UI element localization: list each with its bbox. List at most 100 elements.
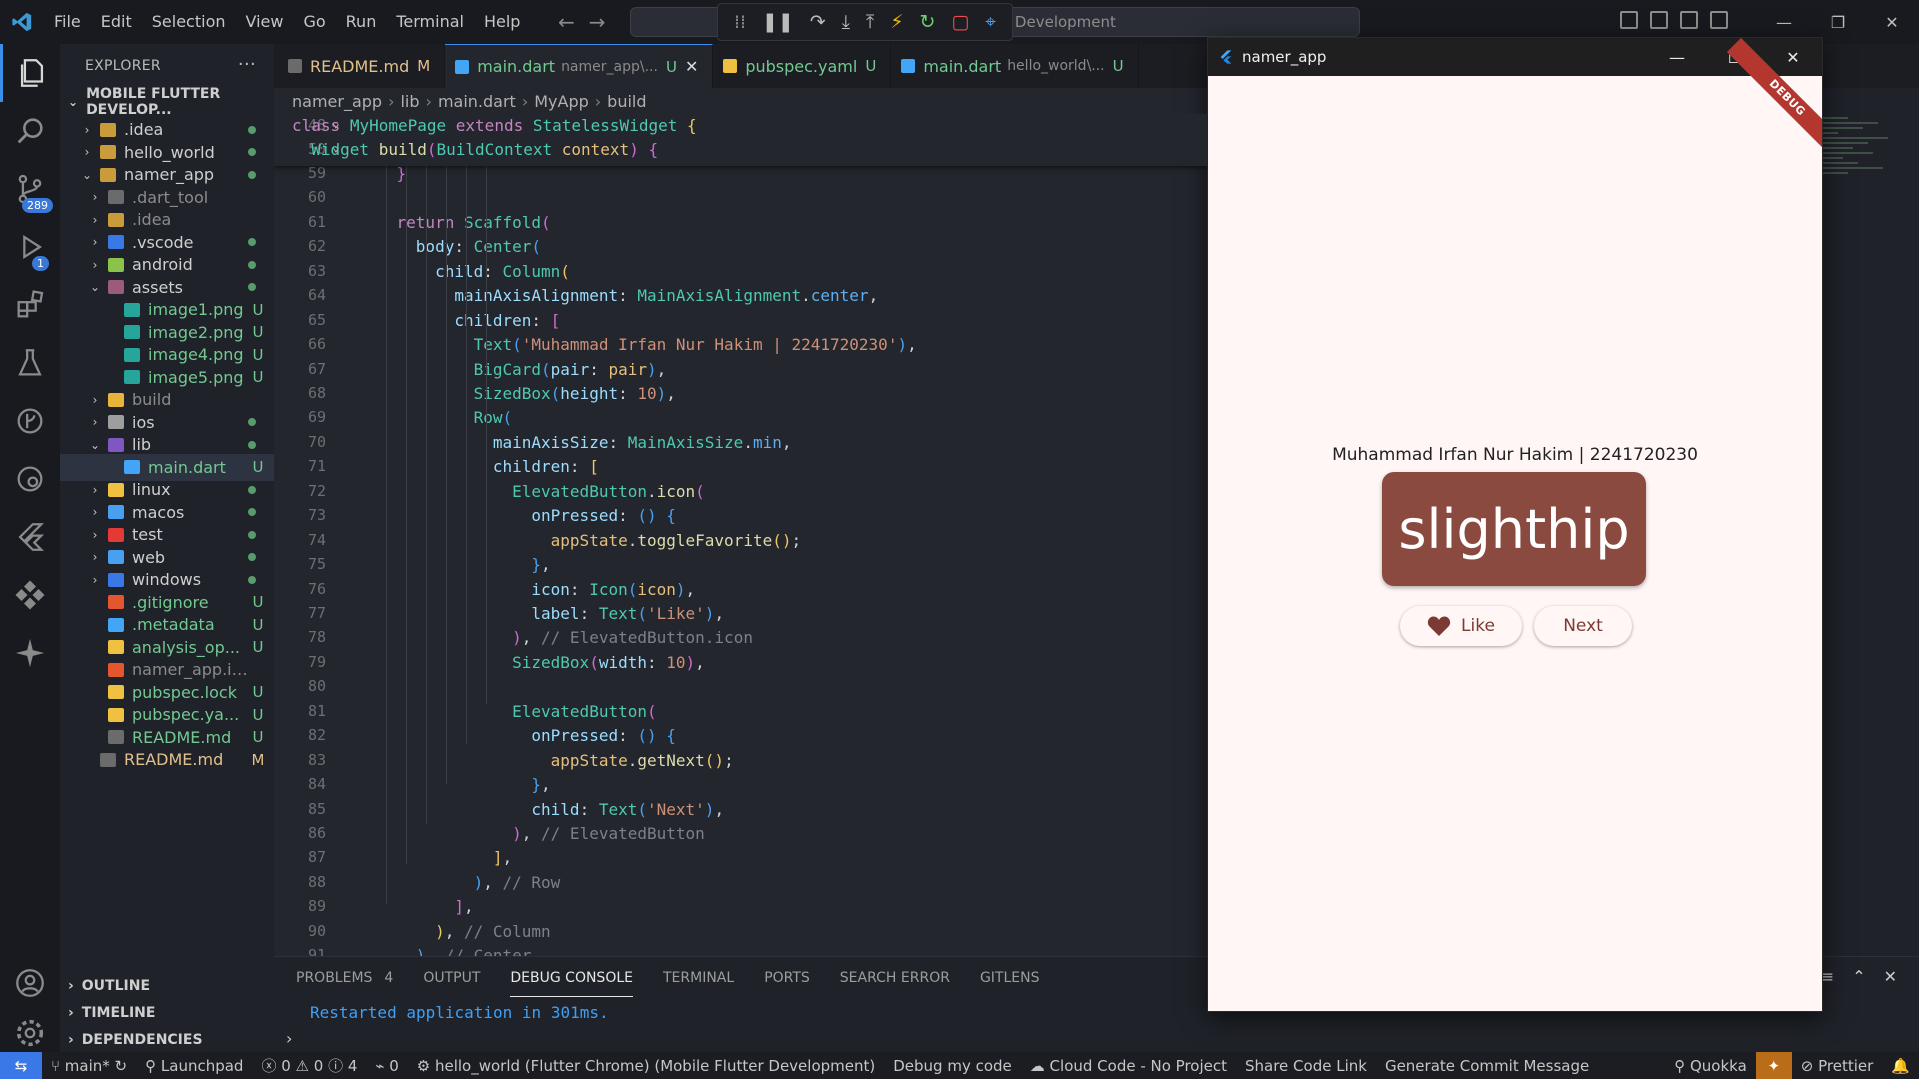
chevron-down-icon: ⌄ <box>89 437 101 452</box>
source-control-icon[interactable]: 289 <box>0 160 60 218</box>
chevron-right-icon: › <box>92 212 98 227</box>
hot-reload-icon[interactable]: ⚡ <box>890 11 903 33</box>
step-over-icon[interactable]: ↷ <box>810 11 826 33</box>
generate-commit-status[interactable]: Generate Commit Message <box>1376 1057 1598 1075</box>
prettier-status[interactable]: ⊘ Prettier <box>1792 1057 1883 1075</box>
git-status-badge: M <box>251 750 265 769</box>
run-debug-icon[interactable]: 1 <box>0 218 60 276</box>
line-number: 65 <box>307 310 326 329</box>
editor-tab[interactable]: pubspec.yaml U <box>713 44 892 88</box>
panel-tab-gitlens[interactable]: GITLENS <box>980 960 1040 996</box>
workspace-root-label: MOBILE FLUTTER DEVELOP... <box>86 86 221 118</box>
menu-selection[interactable]: Selection <box>142 0 236 44</box>
breadcrumb-item[interactable]: main.dart <box>438 92 516 111</box>
close-tab-icon[interactable]: ✕ <box>685 57 698 76</box>
cloud-code-status[interactable]: ☁ Cloud Code - No Project <box>1021 1057 1236 1075</box>
close-panel-icon[interactable]: ✕ <box>1884 967 1897 986</box>
panel-tab-output[interactable]: OUTPUT <box>423 960 480 996</box>
launchpad-status[interactable]: ⚲ Launchpad <box>136 1057 252 1075</box>
workspace-root[interactable]: ⌄ MOBILE FLUTTER DEVELOP... <box>60 86 274 118</box>
next-button[interactable]: Next <box>1534 606 1632 646</box>
toggle-sidebar-icon[interactable] <box>1620 11 1638 29</box>
notifications-bell-icon[interactable]: 🔔 <box>1882 1057 1919 1075</box>
toggle-secondary-sidebar-icon[interactable] <box>1680 11 1698 29</box>
section-dependencies[interactable]: › DEPENDENCIES <box>60 1026 274 1053</box>
menu-help[interactable]: Help <box>474 0 530 44</box>
back-arrow-icon[interactable]: ← <box>558 10 575 34</box>
debug-my-code-status[interactable]: Debug my code <box>884 1057 1021 1075</box>
editor-tab[interactable]: README.md M <box>274 44 446 88</box>
editor-tab[interactable]: main.dart namer_app\... U ✕ <box>445 44 714 88</box>
code-editor[interactable]: 48 ⌄ class MyHomePage extends StatelessWid… <box>274 114 1208 956</box>
copilot-sparkle-icon[interactable] <box>0 624 60 682</box>
menu-run[interactable]: Run <box>336 0 387 44</box>
sync-icon[interactable]: ↻ <box>115 1057 128 1075</box>
menu-view[interactable]: View <box>236 0 294 44</box>
share-code-link-status[interactable]: Share Code Link <box>1236 1057 1376 1075</box>
menu-go[interactable]: Go <box>293 0 335 44</box>
section-outline[interactable]: › OUTLINE <box>60 972 274 999</box>
menu-file[interactable]: File <box>44 0 91 44</box>
stop-icon[interactable]: ▢ <box>951 11 969 33</box>
git-status-badge: U <box>252 593 264 612</box>
remote-indicator-icon[interactable]: ⇆ <box>0 1052 42 1079</box>
ports-status[interactable]: ⌁ 0 <box>366 1057 407 1075</box>
remote-explorer-icon[interactable] <box>0 450 60 508</box>
search-icon[interactable] <box>0 102 60 160</box>
explorer-icon[interactable] <box>0 44 60 102</box>
tree-item[interactable]: README.md M <box>60 746 274 774</box>
extensions-icon[interactable] <box>0 276 60 334</box>
menu-terminal[interactable]: Terminal <box>386 0 474 44</box>
chevron-right-icon: › <box>92 572 98 587</box>
breadcrumb-item[interactable]: namer_app <box>292 92 382 111</box>
branch-status[interactable]: ⑂ main* ↻ <box>42 1057 136 1075</box>
tab-description: namer_app\... <box>561 58 658 75</box>
device-status[interactable]: ⚙ hello_world (Flutter Chrome) (Mobile F… <box>408 1057 884 1075</box>
console-prompt-chevron-icon[interactable]: › <box>286 1029 292 1048</box>
breadcrumb-item[interactable]: lib <box>400 92 419 111</box>
panel-tab-search-error[interactable]: SEARCH ERROR <box>840 960 950 996</box>
forward-arrow-icon[interactable]: → <box>589 10 606 34</box>
minimize-icon[interactable]: — <box>1757 13 1811 32</box>
panel-tab-debug-console[interactable]: DEBUG CONSOLE <box>510 960 633 997</box>
like-button[interactable]: Like <box>1400 606 1522 646</box>
maximize-icon[interactable]: ❐ <box>1811 13 1865 32</box>
code-line: icon: Icon(icon), <box>531 579 696 599</box>
panel-tab-ports[interactable]: PORTS <box>764 960 810 996</box>
code-line: children: [ <box>492 457 599 477</box>
drag-handle-icon[interactable]: ⁞⁞ <box>734 11 746 33</box>
maximize-panel-icon[interactable]: ⌃ <box>1852 967 1865 986</box>
quokka-status[interactable]: ⚲ Quokka <box>1665 1057 1756 1075</box>
line-number: 84 <box>307 775 326 794</box>
minimap[interactable] <box>1808 114 1908 234</box>
toggle-panel-icon[interactable] <box>1650 11 1668 29</box>
editor-tab[interactable]: main.dart hello_world\... U <box>891 44 1139 88</box>
copilot-status-icon[interactable]: ✦ <box>1755 1052 1792 1079</box>
panel-tab-terminal[interactable]: TERMINAL <box>663 960 734 996</box>
step-into-icon[interactable]: ⤓ <box>842 11 850 33</box>
dart-packages-icon[interactable] <box>0 566 60 624</box>
gitlens-icon[interactable] <box>0 392 60 450</box>
app-title-bar: namer_app — ☐ ✕ <box>1208 38 1822 76</box>
pause-icon[interactable]: ❚❚ <box>762 11 794 33</box>
panel-tab-problems[interactable]: PROBLEMS 4 <box>296 960 393 996</box>
breadcrumb-item[interactable]: MyApp <box>534 92 589 111</box>
restart-icon[interactable]: ↻ <box>920 11 936 33</box>
breadcrumb-item[interactable]: build <box>607 92 646 111</box>
step-out-icon[interactable]: ⤒ <box>866 11 874 33</box>
customize-layout-icon[interactable] <box>1710 11 1728 29</box>
folder-icon <box>100 122 116 137</box>
flutter-logo-icon <box>1220 50 1232 64</box>
app-minimize-icon[interactable]: — <box>1648 38 1706 76</box>
inspect-widget-icon[interactable]: ⌖ <box>985 11 996 33</box>
branch-name: main* <box>64 1056 110 1075</box>
line-number: 62 <box>307 237 326 256</box>
flutter-icon[interactable] <box>0 508 60 566</box>
sticky-code-line: class MyHomePage extends StatelessWidget… <box>292 116 697 135</box>
testing-icon[interactable] <box>0 334 60 392</box>
more-actions-icon[interactable]: ··· <box>238 54 256 75</box>
close-icon[interactable]: ✕ <box>1865 13 1919 32</box>
menu-edit[interactable]: Edit <box>91 0 142 44</box>
section-timeline[interactable]: › TIMELINE <box>60 999 274 1026</box>
problems-status[interactable]: ⓧ 0 ⚠ 0 ⓘ 4 <box>252 1055 366 1076</box>
